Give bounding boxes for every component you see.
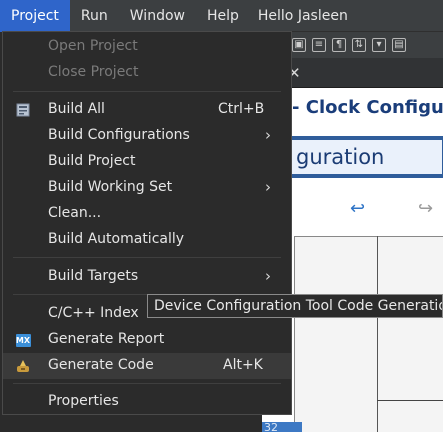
mx-badge: MX	[15, 333, 31, 347]
menu-item-label: Build Project	[48, 153, 136, 169]
menu-window[interactable]: Window	[119, 0, 196, 32]
menu-item-label: Clean...	[48, 205, 102, 221]
menu-item-label: Build Working Set	[48, 179, 173, 195]
menu-help[interactable]: Help	[196, 0, 250, 32]
menu-item-generate-code[interactable]: Generate Code Alt+K	[3, 353, 291, 379]
menu-item-open-project[interactable]: Open Project	[3, 34, 291, 60]
toolbar-icon-3[interactable]: ¶	[332, 38, 346, 52]
menu-item-label: Build All	[48, 101, 105, 117]
toolbar-icon-6[interactable]: ▤	[392, 38, 406, 52]
config-banner-inner: guration	[292, 140, 442, 174]
mx-report-icon: MX	[15, 332, 31, 348]
redo-icon[interactable]: ↪	[418, 198, 433, 219]
menu-item-label: Open Project	[48, 38, 138, 54]
shortcut-label: Ctrl+B	[218, 101, 265, 117]
menu-item-clean[interactable]: Clean...	[3, 201, 291, 227]
toolbar-icon-2[interactable]: ≡	[312, 38, 326, 52]
menu-item-label: Build Targets	[48, 268, 139, 284]
build-all-icon	[15, 102, 31, 118]
toolbar-icon-4[interactable]: ⇅	[352, 38, 366, 52]
canvas-line	[377, 236, 378, 432]
menu-item-label: Generate Report	[48, 331, 165, 347]
canvas-value-block: 32	[262, 422, 302, 432]
project-menu: Open Project Close Project Build All Ctr…	[2, 31, 292, 415]
menu-item-build-working-set[interactable]: Build Working Set ›	[3, 175, 291, 201]
toolbar-icon-5[interactable]: ▾	[372, 38, 386, 52]
chevron-right-icon: ›	[265, 267, 271, 285]
canvas-line	[377, 400, 443, 401]
toolbar-icon-1[interactable]: ▣	[292, 38, 306, 52]
menu-item-label: Build Automatically	[48, 231, 185, 247]
tooltip: Device Configuration Tool Code Generatio…	[147, 294, 443, 318]
menu-separator	[13, 383, 281, 384]
menu-item-build-automatically[interactable]: Build Automatically	[3, 227, 291, 253]
chevron-right-icon: ›	[265, 126, 271, 144]
menu-item-generate-report[interactable]: MX Generate Report	[3, 327, 291, 353]
menu-item-label: Build Configurations	[48, 127, 190, 143]
menu-item-label: C/C++ Index	[48, 305, 139, 321]
menu-separator	[13, 91, 281, 92]
clock-canvas	[294, 236, 443, 432]
menu-item-properties[interactable]: Properties	[3, 389, 291, 415]
menu-item-label: Close Project	[48, 64, 139, 80]
menu-item-build-project[interactable]: Build Project	[3, 149, 291, 175]
menu-item-label: Generate Code	[48, 357, 154, 373]
menu-item-close-project[interactable]: Close Project	[3, 60, 291, 86]
user-greeting: Hello Jasleen	[257, 7, 348, 24]
shortcut-label: Alt+K	[223, 357, 263, 373]
menu-item-build-targets[interactable]: Build Targets ›	[3, 264, 291, 290]
menubar: Project Run Window Help Hello Jasleen	[0, 0, 443, 32]
menu-run[interactable]: Run	[70, 0, 119, 32]
generate-code-icon	[15, 358, 31, 374]
config-banner-text: guration	[296, 145, 385, 169]
menu-item-label: Properties	[48, 393, 119, 409]
menu-item-build-configurations[interactable]: Build Configurations ›	[3, 123, 291, 149]
menu-item-build-all[interactable]: Build All Ctrl+B	[3, 97, 291, 123]
chevron-right-icon: ›	[265, 178, 271, 196]
undo-icon[interactable]: ↩	[350, 198, 365, 219]
menu-separator	[13, 257, 281, 258]
menu-project[interactable]: Project	[0, 0, 70, 32]
